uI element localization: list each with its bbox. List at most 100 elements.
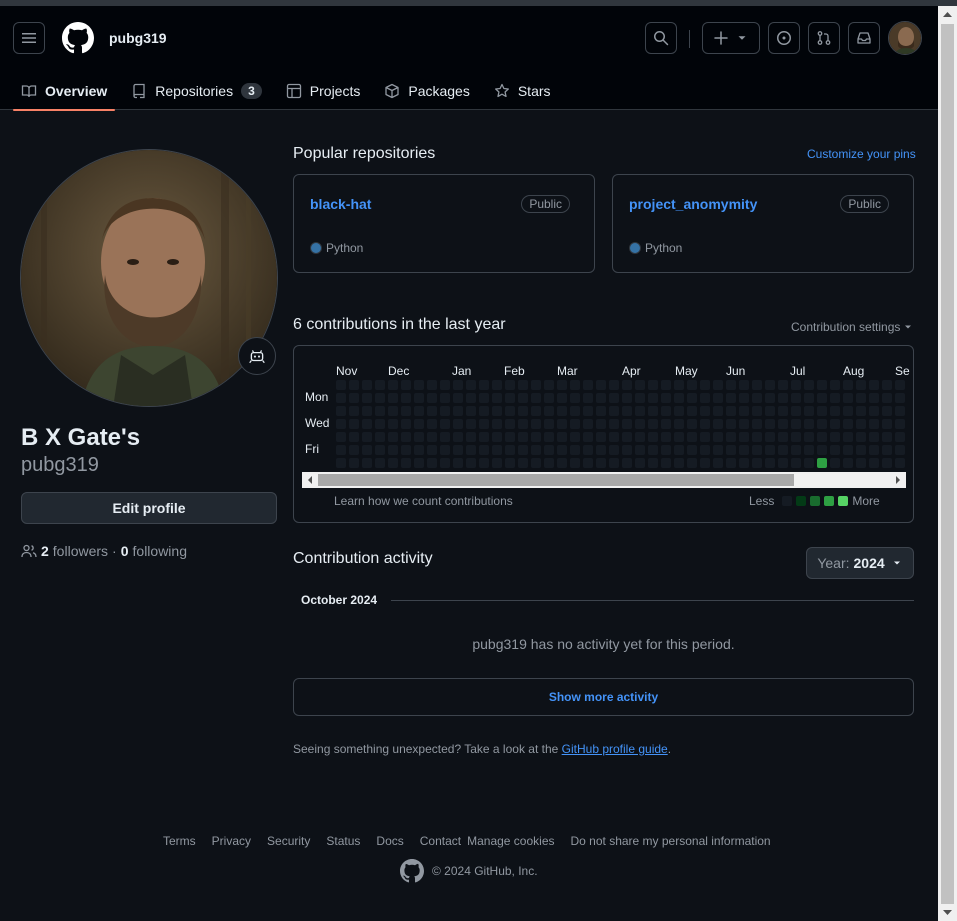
contribution-day-cell[interactable]: [700, 445, 710, 455]
contribution-day-cell[interactable]: [817, 406, 827, 416]
profile-avatar[interactable]: [20, 149, 278, 407]
contribution-day-cell[interactable]: [518, 445, 528, 455]
contribution-day-cell[interactable]: [674, 406, 684, 416]
contribution-day-cell[interactable]: [674, 432, 684, 442]
contribution-day-cell[interactable]: [856, 432, 866, 442]
contribution-day-cell[interactable]: [791, 380, 801, 390]
contribution-day-cell[interactable]: [726, 393, 736, 403]
contribution-day-cell[interactable]: [531, 393, 541, 403]
contribution-day-cell[interactable]: [778, 458, 788, 468]
contribution-day-cell[interactable]: [596, 458, 606, 468]
contribution-day-cell[interactable]: [544, 380, 554, 390]
contribution-day-cell[interactable]: [505, 432, 515, 442]
scroll-left-arrow-icon[interactable]: [304, 472, 316, 488]
contribution-day-cell[interactable]: [895, 406, 905, 416]
contribution-day-cell[interactable]: [375, 393, 385, 403]
contribution-day-cell[interactable]: [375, 380, 385, 390]
contribution-day-cell[interactable]: [661, 445, 671, 455]
contribution-day-cell[interactable]: [752, 419, 762, 429]
followers-link[interactable]: followers: [53, 543, 108, 559]
contribution-day-cell[interactable]: [492, 458, 502, 468]
contribution-day-cell[interactable]: [817, 393, 827, 403]
contribution-day-cell[interactable]: [635, 380, 645, 390]
contribution-day-cell[interactable]: [427, 380, 437, 390]
contribution-day-cell[interactable]: [479, 406, 489, 416]
user-avatar-menu[interactable]: [888, 21, 922, 55]
contribution-day-cell[interactable]: [648, 445, 658, 455]
contribution-day-cell[interactable]: [713, 458, 723, 468]
contribution-day-cell[interactable]: [466, 393, 476, 403]
footer-link-docs[interactable]: Docs: [376, 834, 403, 848]
contribution-day-cell[interactable]: [570, 432, 580, 442]
contribution-day-cell[interactable]: [336, 445, 346, 455]
contribution-day-cell[interactable]: [778, 432, 788, 442]
contribution-day-cell[interactable]: [375, 432, 385, 442]
contribution-day-cell[interactable]: [596, 432, 606, 442]
contribution-day-cell[interactable]: [518, 432, 528, 442]
contribution-day-cell[interactable]: [518, 393, 528, 403]
scroll-up-arrow-icon[interactable]: [938, 6, 957, 24]
contribution-day-cell[interactable]: [856, 393, 866, 403]
show-more-activity-button[interactable]: Show more activity: [293, 678, 914, 716]
contribution-day-cell[interactable]: [570, 419, 580, 429]
contribution-day-cell[interactable]: [414, 419, 424, 429]
tab-projects[interactable]: Projects: [278, 72, 369, 110]
contribution-day-cell[interactable]: [518, 419, 528, 429]
contribution-day-cell[interactable]: [765, 380, 775, 390]
contribution-day-cell[interactable]: [557, 393, 567, 403]
contribution-day-cell[interactable]: [544, 419, 554, 429]
contribution-day-cell[interactable]: [401, 458, 411, 468]
contribution-day-cell[interactable]: [700, 393, 710, 403]
contribution-day-cell[interactable]: [830, 380, 840, 390]
contribution-day-cell[interactable]: [713, 406, 723, 416]
contribution-day-cell[interactable]: [726, 432, 736, 442]
contribution-day-cell[interactable]: [349, 406, 359, 416]
contribution-day-cell[interactable]: [830, 406, 840, 416]
contribution-day-cell[interactable]: [492, 393, 502, 403]
contribution-day-cell[interactable]: [479, 380, 489, 390]
scroll-right-arrow-icon[interactable]: [892, 472, 904, 488]
contribution-day-cell[interactable]: [895, 432, 905, 442]
contribution-day-cell[interactable]: [739, 458, 749, 468]
contribution-day-cell[interactable]: [453, 445, 463, 455]
contribution-day-cell[interactable]: [843, 458, 853, 468]
contribution-day-cell[interactable]: [349, 419, 359, 429]
contribution-day-cell[interactable]: [375, 445, 385, 455]
contribution-day-cell[interactable]: [700, 458, 710, 468]
contribution-day-cell[interactable]: [778, 393, 788, 403]
contribution-day-cell[interactable]: [713, 445, 723, 455]
footer-link-status[interactable]: Status: [326, 834, 360, 848]
contribution-day-cell[interactable]: [752, 458, 762, 468]
contribution-day-cell[interactable]: [609, 380, 619, 390]
contribution-day-cell[interactable]: [583, 380, 593, 390]
contribution-day-cell[interactable]: [804, 458, 814, 468]
contribution-day-cell[interactable]: [635, 406, 645, 416]
contribution-day-cell[interactable]: [453, 432, 463, 442]
contribution-day-cell[interactable]: [856, 380, 866, 390]
page-scrollbar[interactable]: [938, 6, 957, 921]
contribution-day-cell[interactable]: [752, 380, 762, 390]
contribution-day-cell[interactable]: [674, 445, 684, 455]
footer-link-privacy[interactable]: Privacy: [212, 834, 251, 848]
contribution-day-cell[interactable]: [362, 393, 372, 403]
contribution-day-cell[interactable]: [739, 393, 749, 403]
contribution-day-cell[interactable]: [479, 432, 489, 442]
contribution-day-cell[interactable]: [440, 445, 450, 455]
contribution-day-cell[interactable]: [843, 445, 853, 455]
contribution-day-cell[interactable]: [739, 419, 749, 429]
contribution-day-cell[interactable]: [661, 419, 671, 429]
contribution-day-cell[interactable]: [687, 419, 697, 429]
contribution-day-cell[interactable]: [648, 432, 658, 442]
contribution-day-cell[interactable]: [570, 458, 580, 468]
contribution-day-cell[interactable]: [375, 406, 385, 416]
contribution-day-cell[interactable]: [791, 393, 801, 403]
contribution-day-cell[interactable]: [804, 445, 814, 455]
contribution-day-cell[interactable]: [726, 406, 736, 416]
footer-link-contact[interactable]: Contact: [420, 834, 461, 848]
contribution-day-cell[interactable]: [765, 406, 775, 416]
contribution-day-cell[interactable]: [401, 445, 411, 455]
contribution-day-cell[interactable]: [609, 406, 619, 416]
contribution-day-cell[interactable]: [739, 432, 749, 442]
contribution-day-cell[interactable]: [895, 458, 905, 468]
set-status-button[interactable]: [238, 337, 276, 375]
